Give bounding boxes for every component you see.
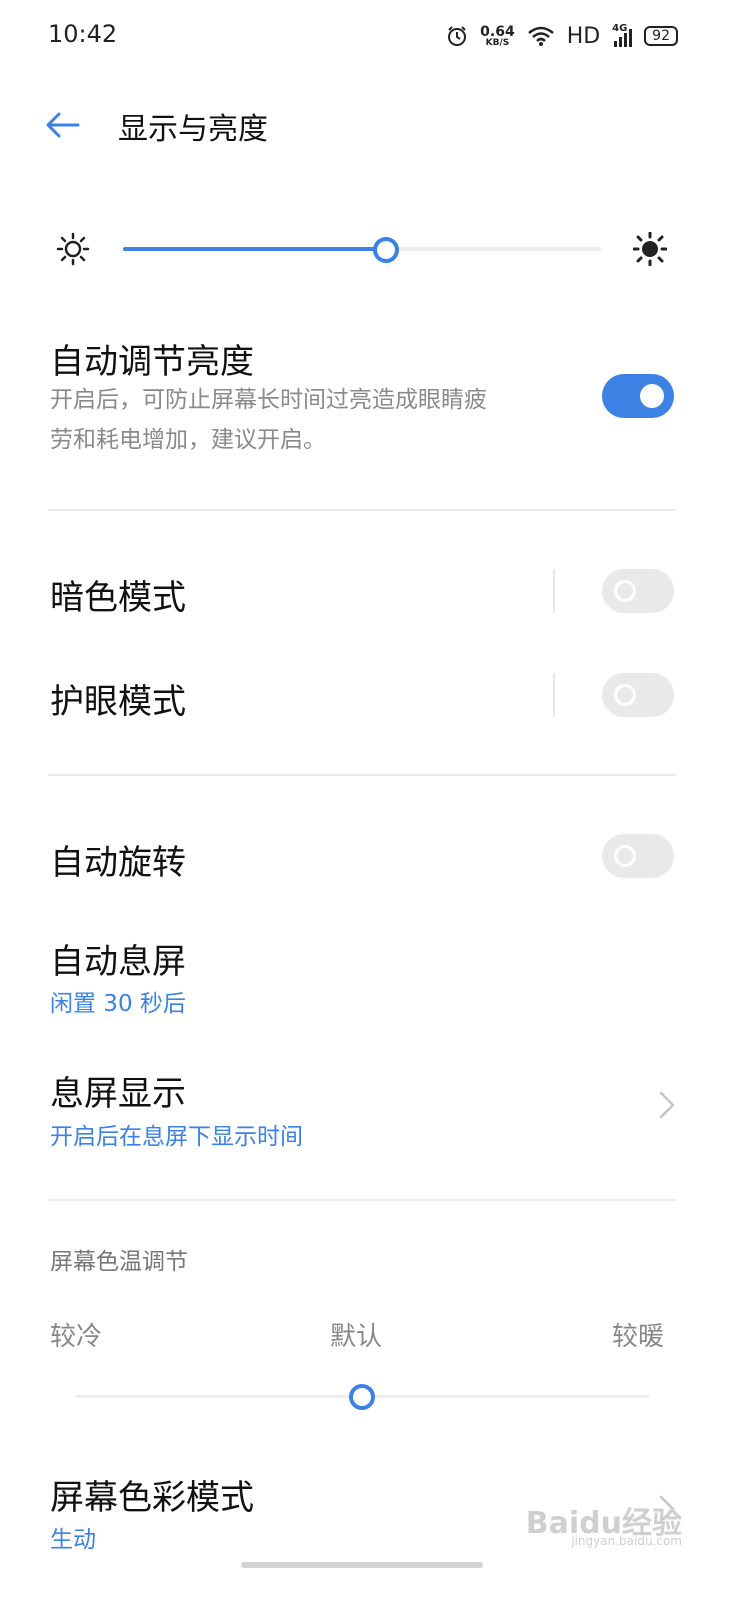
toggle-knob [640, 384, 664, 408]
page-title: 显示与亮度 [118, 112, 268, 147]
color-temp-thumb[interactable] [349, 1384, 375, 1410]
dark-mode-toggle[interactable] [602, 569, 674, 613]
battery-icon: 92 [644, 26, 678, 46]
sun-large-icon [633, 232, 667, 266]
brightness-thumb[interactable] [372, 237, 399, 263]
toggle-knob [614, 845, 636, 867]
color-mode-title[interactable]: 屏幕色彩模式 [50, 1470, 254, 1519]
color-temp-cool-label: 较冷 [50, 1322, 103, 1352]
status-icons: 0.64 KB/S HD 4G 92 [446, 20, 678, 52]
aod-value[interactable]: 开启后在息屏下显示时间 [50, 1117, 303, 1151]
chevron-right-icon[interactable] [658, 1090, 676, 1120]
row-separator [553, 673, 555, 717]
screen-timeout-value[interactable]: 闲置 30 秒后 [50, 984, 186, 1018]
eye-care-title: 护眼模式 [50, 682, 186, 722]
toggle-knob [614, 684, 636, 706]
color-mode-value[interactable]: 生动 [50, 1520, 96, 1554]
signal-icon: 4G [612, 23, 633, 47]
sun-small-icon [56, 232, 90, 266]
divider [48, 1199, 676, 1201]
eye-care-toggle[interactable] [602, 673, 674, 717]
screen-timeout-title[interactable]: 自动息屏 [50, 934, 186, 983]
auto-brightness-desc-line2: 劳和耗电增加，建议开启。 [50, 427, 326, 453]
auto-brightness-toggle[interactable] [602, 374, 674, 418]
status-time: 10:42 [48, 20, 118, 48]
speed-unit: KB/S [485, 37, 510, 48]
watermark-url: jingyan.baidu.com [571, 1534, 682, 1548]
arrow-left-icon[interactable] [44, 110, 80, 140]
aod-title[interactable]: 息屏显示 [50, 1066, 186, 1115]
auto-brightness-title: 自动调节亮度 [50, 342, 254, 382]
alarm-icon [448, 26, 467, 46]
divider [48, 509, 676, 511]
auto-rotate-toggle[interactable] [602, 834, 674, 878]
network-speed: 0.64 KB/S [480, 25, 515, 48]
divider [48, 774, 676, 776]
brightness-slider[interactable] [123, 247, 601, 251]
hd-indicator: HD [566, 23, 601, 49]
home-indicator[interactable] [241, 1562, 483, 1568]
toggle-knob [614, 580, 636, 602]
color-temp-default-label: 默认 [330, 1322, 383, 1352]
network-type: 4G [612, 23, 628, 34]
speed-value: 0.64 [480, 23, 515, 40]
dark-mode-title: 暗色模式 [50, 578, 186, 618]
brightness-fill [123, 247, 386, 251]
row-separator [553, 569, 555, 613]
color-temp-warm-label: 较暖 [612, 1322, 665, 1352]
auto-brightness-desc-line1: 开启后，可防止屏幕长时间过亮造成眼睛疲 [50, 387, 487, 413]
auto-rotate-title: 自动旋转 [50, 843, 186, 883]
wifi-icon [527, 26, 554, 46]
color-temp-section-title: 屏幕色温调节 [50, 1249, 188, 1275]
